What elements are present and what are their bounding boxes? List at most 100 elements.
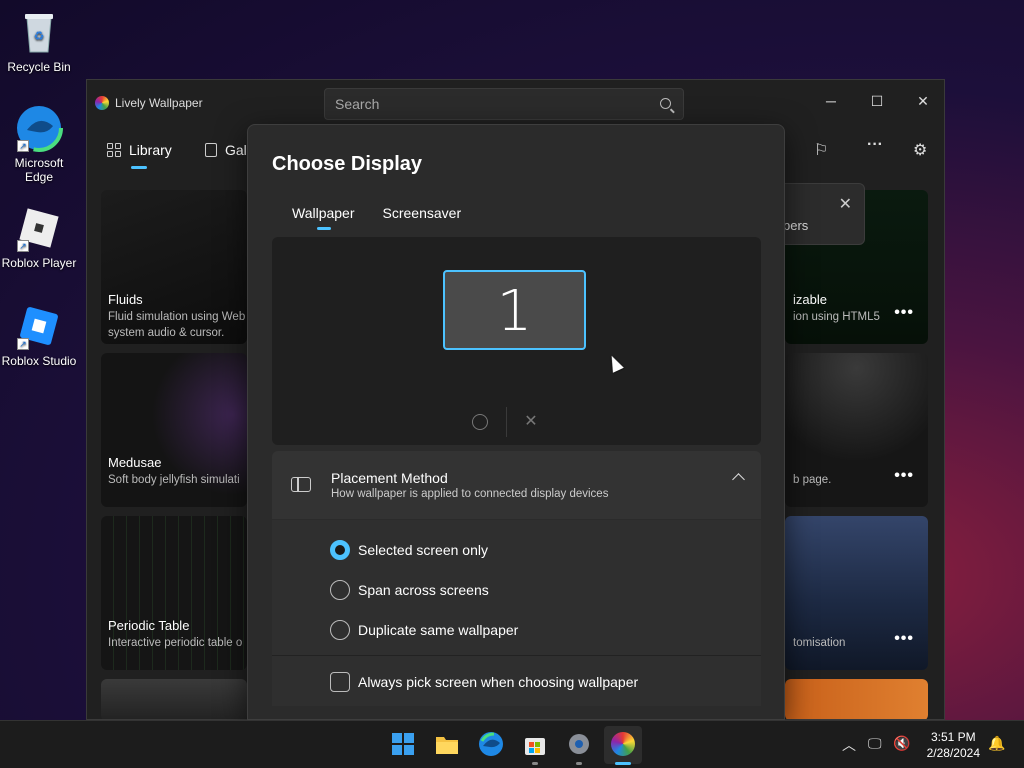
toast-close-icon[interactable]: ✕ [839, 194, 852, 214]
desktop-icon-label: Microsoft Edge [14, 156, 64, 184]
toast-text: pers [783, 218, 809, 233]
palette-icon [472, 414, 488, 430]
wallpaper-tile-periodic-table[interactable]: Periodic Table Interactive periodic tabl… [101, 516, 247, 670]
always-pick-screen-checkbox[interactable]: Always pick screen when choosing wallpap… [330, 672, 638, 692]
close-wallpaper-button[interactable]: ✕ [521, 412, 541, 432]
settings-gear-icon[interactable]: ⚙ [913, 140, 927, 160]
divider [272, 655, 761, 656]
wallpaper-tile-medusae[interactable]: Medusae Soft body jellyfish simulati [101, 353, 247, 507]
placement-options: Selected screen only Span across screens… [272, 520, 761, 706]
nav-item-library[interactable]: Library [107, 142, 172, 158]
nav-item-gallery[interactable]: Gal [205, 142, 247, 158]
radio-label: Span across screens [358, 582, 489, 598]
roblox-player-icon: ↗ [15, 204, 63, 252]
nav-gallery-label: Gal [225, 142, 247, 158]
roblox-studio-icon: ↗ [15, 302, 63, 350]
tile-description: b page. [793, 474, 832, 486]
desktop-icon-recycle-bin[interactable]: ♻ Recycle Bin [0, 8, 78, 74]
display-preview: 1 ✕ [272, 237, 761, 445]
tile-title: Periodic Table [108, 618, 190, 633]
dialog-tabs: Wallpaper Screensaver [292, 205, 461, 221]
more-options-icon[interactable]: ··· [867, 136, 883, 154]
radio-selected-screen-only[interactable]: Selected screen only [330, 540, 488, 560]
shortcut-arrow-icon: ↗ [17, 240, 29, 252]
clock[interactable]: 3:51 PM 2/28/2024 [927, 729, 980, 761]
chevron-up-icon[interactable] [732, 473, 745, 486]
desktop-icon-label: Roblox Studio [1, 354, 77, 368]
shortcut-arrow-icon: ↗ [17, 140, 29, 152]
tile-more-button[interactable]: ••• [894, 467, 914, 485]
monitor-1[interactable]: 1 [443, 270, 586, 350]
tab-selected-indicator [317, 227, 331, 230]
volume-muted-icon[interactable]: 🔇 [893, 735, 910, 752]
divider [506, 407, 507, 437]
wallpaper-tile-right-3[interactable]: tomisation ••• [785, 516, 928, 670]
desktop-icon-roblox-studio[interactable]: ↗ Roblox Studio [0, 302, 78, 368]
customize-flag-icon[interactable]: ⚐ [814, 140, 828, 160]
wallpaper-tile[interactable] [785, 679, 928, 719]
minimize-button[interactable]: ─ [808, 86, 854, 116]
store-icon [525, 738, 545, 755]
desktop-icon-roblox-player[interactable]: ↗ Roblox Player [0, 204, 78, 270]
running-indicator [576, 762, 582, 765]
close-icon: ✕ [524, 413, 538, 430]
edge-icon: ↗ [15, 104, 63, 152]
grid-icon [107, 143, 121, 157]
running-indicator [532, 762, 538, 765]
radio-button[interactable] [330, 540, 350, 560]
placement-method-header[interactable]: Placement Method How wallpaper is applie… [272, 451, 761, 519]
search-input[interactable] [335, 96, 635, 112]
notification-toast: ✕ pers [778, 183, 865, 245]
tile-description: Fluid simulation using Web [108, 311, 246, 323]
file-explorer-button[interactable] [434, 731, 460, 757]
network-icon[interactable]: 🖵 [868, 735, 882, 752]
start-button[interactable] [390, 731, 416, 757]
placement-title: Placement Method [331, 470, 448, 486]
show-hidden-icons-chevron[interactable]: ︿ [842, 735, 856, 755]
radio-label: Duplicate same wallpaper [358, 622, 519, 638]
checkbox[interactable] [330, 672, 350, 692]
wallpaper-tile-right-2[interactable]: b page. ••• [785, 353, 928, 507]
search-icon[interactable] [660, 98, 671, 109]
tile-more-button[interactable]: ••• [894, 630, 914, 648]
svg-text:♻: ♻ [34, 29, 45, 43]
title-bar: Lively Wallpaper ─ ☐ ✕ [87, 80, 944, 126]
preview-actions: ✕ [470, 407, 541, 437]
radio-button[interactable] [330, 620, 350, 640]
tile-description: Soft body jellyfish simulati [108, 474, 240, 486]
tab-wallpaper[interactable]: Wallpaper [292, 205, 355, 221]
desktop-icon-label: Roblox Player [1, 256, 77, 270]
maximize-button[interactable]: ☐ [854, 86, 900, 116]
close-button[interactable]: ✕ [900, 86, 944, 116]
tab-screensaver[interactable]: Screensaver [383, 205, 462, 221]
desktop-icon-edge[interactable]: ↗ Microsoft Edge [0, 104, 78, 184]
tile-title: izable [793, 292, 827, 307]
wallpaper-tile-fluids[interactable]: Fluids Fluid simulation using Web system… [101, 190, 247, 344]
tile-more-button[interactable]: ••• [894, 304, 914, 322]
edge-taskbar-button[interactable] [478, 731, 504, 757]
shortcut-arrow-icon: ↗ [17, 338, 29, 350]
windows-logo-icon [392, 733, 414, 755]
store-button[interactable] [522, 731, 548, 757]
radio-duplicate-same-wallpaper[interactable]: Duplicate same wallpaper [330, 620, 518, 640]
radio-button[interactable] [330, 580, 350, 600]
tile-title: Medusae [108, 455, 162, 470]
wallpaper-tile[interactable] [101, 679, 247, 719]
customize-palette-button[interactable] [470, 412, 490, 432]
tile-description: Interactive periodic table o [108, 637, 243, 649]
settings-taskbar-button[interactable] [566, 731, 592, 757]
radio-span-across-screens[interactable]: Span across screens [330, 580, 489, 600]
search-box[interactable] [324, 88, 684, 120]
checkbox-label: Always pick screen when choosing wallpap… [358, 674, 639, 690]
notification-bell-icon[interactable]: 🔔 [988, 735, 1005, 752]
tile-title: Fluids [108, 292, 143, 307]
nav-library-label: Library [129, 142, 172, 158]
placement-subtitle: How wallpaper is applied to connected di… [331, 488, 609, 500]
edge-icon [479, 732, 503, 756]
lively-logo-icon [95, 96, 109, 110]
radio-label: Selected screen only [358, 542, 488, 558]
tile-description: system audio & cursor. [108, 327, 225, 339]
panel-layout-icon [291, 477, 311, 492]
recycle-bin-icon: ♻ [15, 8, 63, 56]
lively-taskbar-button[interactable] [604, 726, 642, 764]
